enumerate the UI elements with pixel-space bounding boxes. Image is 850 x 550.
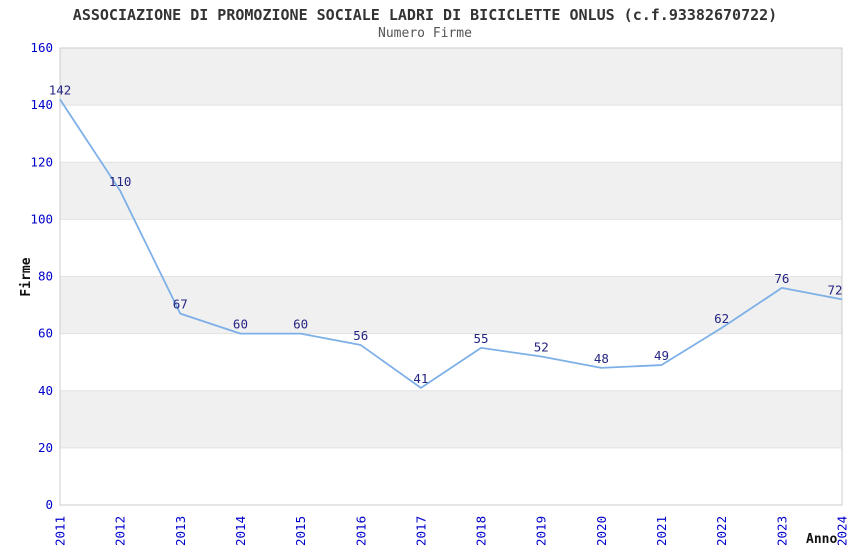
data-label: 110: [109, 174, 132, 189]
line-chart-plot: 0 20 40 60 80 100 120 140 160 2011 2012 2013 2014 201…: [30, 40, 850, 546]
plot-band: [60, 333, 842, 391]
plot-band: [60, 219, 842, 277]
x-tick-label: 2021: [654, 516, 669, 546]
plot-band: [60, 105, 842, 163]
x-tick-label: 2018: [474, 516, 489, 546]
plot-band: [60, 447, 842, 505]
y-tick-label: 0: [45, 497, 53, 512]
plot-band: [60, 48, 842, 106]
data-label: 60: [233, 317, 248, 332]
data-label: 48: [594, 351, 609, 366]
data-label: 55: [474, 331, 489, 346]
y-tick-label: 60: [38, 326, 53, 341]
x-tick-label: 2014: [233, 516, 248, 546]
x-tick-label: 2015: [293, 516, 308, 546]
y-tick-label: 40: [38, 383, 53, 398]
y-tick-label: 80: [38, 269, 53, 284]
data-label: 49: [654, 348, 669, 363]
data-label: 142: [49, 82, 72, 97]
x-tick-label: 2011: [53, 516, 68, 546]
data-label: 72: [827, 282, 842, 297]
data-label: 56: [353, 328, 368, 343]
data-label: 60: [293, 317, 308, 332]
x-tick-label: 2012: [113, 516, 128, 546]
data-label: 67: [173, 297, 188, 312]
chart-canvas: ASSOCIAZIONE DI PROMOZIONE SOCIALE LADRI…: [0, 0, 850, 550]
data-label: 76: [774, 271, 789, 286]
x-tick-label: 2024: [835, 516, 850, 546]
data-label: 41: [413, 371, 428, 386]
y-tick-label: 20: [38, 440, 53, 455]
x-tick-label: 2013: [173, 516, 188, 546]
plot-band: [60, 390, 842, 448]
x-tick-label: 2023: [774, 516, 789, 546]
x-tick-label: 2019: [534, 516, 549, 546]
y-tick-label: 100: [30, 211, 53, 226]
y-tick-label: 140: [30, 97, 53, 112]
plot-band: [60, 162, 842, 220]
y-tick-label: 120: [30, 154, 53, 169]
x-tick-label: 2022: [714, 516, 729, 546]
x-tick-label: 2017: [413, 516, 428, 546]
data-label: 52: [534, 339, 549, 354]
data-label: 62: [714, 311, 729, 326]
y-tick-label: 160: [30, 40, 53, 55]
x-tick-label: 2016: [353, 516, 368, 546]
x-tick-label: 2020: [594, 516, 609, 546]
